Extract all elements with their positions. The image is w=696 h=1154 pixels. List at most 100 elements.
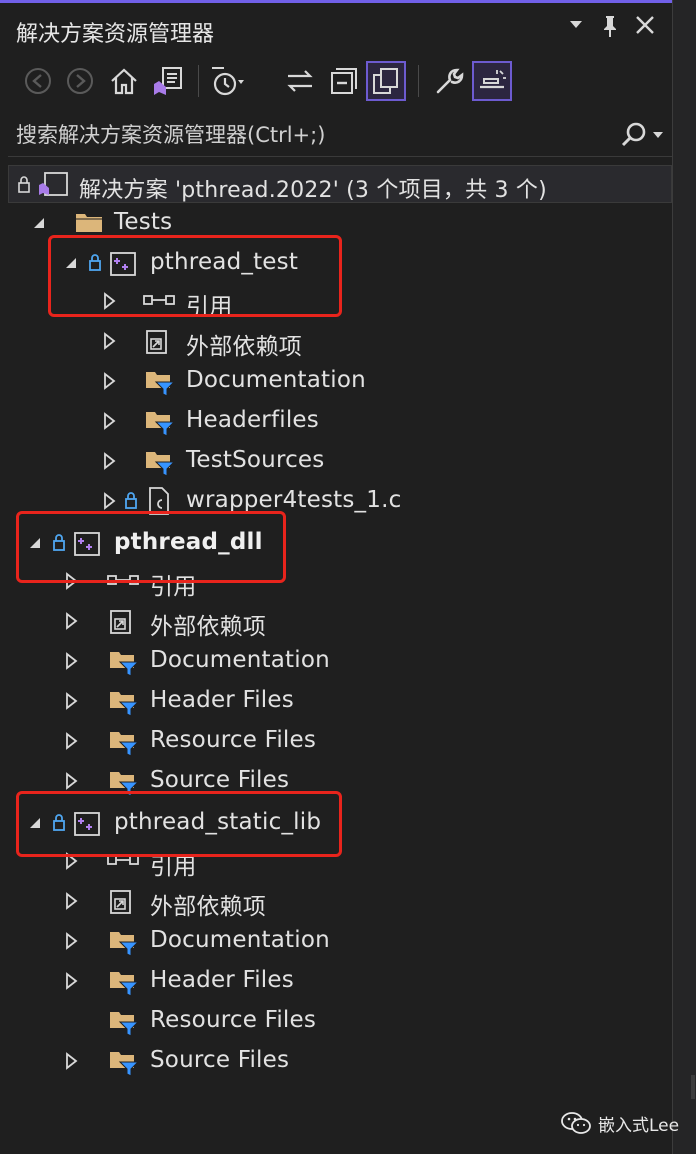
filter-folder-icon: [110, 652, 140, 677]
expanded-caret-icon: [30, 538, 40, 548]
home-button[interactable]: [104, 61, 144, 101]
tree-item-references[interactable]: 引用: [0, 561, 672, 601]
clock-filter-icon: [212, 67, 244, 96]
lock-icon: [53, 814, 65, 831]
solution-node[interactable]: 解决方案 'pthread.2022' (3 个项目，共 3 个): [8, 165, 672, 203]
project-label: pthread_static_lib: [114, 809, 322, 835]
pending-changes-filter-button[interactable]: [206, 61, 246, 101]
tree-item-label: Resource Files: [150, 727, 317, 753]
filter-folder-icon: [146, 412, 176, 437]
cpp-project-icon: [74, 532, 100, 556]
project-node-pthread-dll[interactable]: pthread_dll: [0, 523, 672, 563]
tree-item-external-deps[interactable]: 外部依赖项: [0, 881, 672, 921]
search-options-button[interactable]: [620, 121, 664, 149]
tree-item-label: Tests: [114, 209, 173, 235]
cpp-project-icon: [110, 252, 136, 276]
expanded-caret-icon: [34, 218, 44, 228]
tree-item-external-deps[interactable]: 外部依赖项: [0, 601, 672, 641]
tree-item-tests-folder[interactable]: Tests: [0, 203, 672, 243]
external-dependencies-icon: [146, 330, 167, 354]
sync-arrows-icon: [287, 70, 313, 92]
lock-icon: [53, 534, 65, 551]
project-label: pthread_dll: [114, 529, 263, 555]
tree-item-filter-folder[interactable]: Resource Files: [0, 1001, 672, 1041]
back-button[interactable]: [18, 61, 58, 101]
filter-folder-icon: [146, 452, 176, 477]
tree-item-filter-folder[interactable]: Documentation: [0, 921, 672, 961]
forward-arrow-icon: [67, 68, 93, 94]
tree-item-references[interactable]: 引用: [0, 841, 672, 881]
tree-item-label: Header Files: [150, 687, 294, 713]
collapsed-caret-icon: [104, 452, 116, 470]
tree-item-filter-folder[interactable]: Source Files: [0, 1041, 672, 1081]
title-bar: 解决方案资源管理器: [0, 6, 672, 56]
expanded-caret-icon: [66, 258, 76, 268]
project-node-pthread-test[interactable]: pthread_test: [0, 243, 672, 283]
switch-views-button[interactable]: [148, 61, 188, 101]
filter-folder-icon: [110, 1012, 140, 1037]
tree-item-label: Source Files: [150, 1047, 290, 1073]
tree-item-label: Headerfiles: [186, 407, 319, 433]
filter-folder-icon: [110, 692, 140, 717]
tree-item-filter-folder[interactable]: Resource Files: [0, 721, 672, 761]
show-all-files-button[interactable]: [366, 61, 406, 101]
lock-icon: [89, 254, 101, 271]
collapse-all-icon: [331, 68, 357, 94]
tree-item-label: Resource Files: [150, 1007, 317, 1033]
tree-item-label: Source Files: [150, 767, 290, 793]
preview-selected-items-button[interactable]: [472, 61, 512, 101]
tree-item-filter-folder[interactable]: Source Files: [0, 761, 672, 801]
pin-button[interactable]: [600, 14, 620, 44]
tree-item-filter-folder[interactable]: Documentation: [0, 641, 672, 681]
tree-item-filter-folder[interactable]: Headerfiles: [0, 401, 672, 441]
search-icon: [621, 122, 646, 147]
search-input[interactable]: [8, 121, 598, 148]
tree-item-label: Documentation: [150, 927, 330, 953]
external-dependencies-icon: [110, 890, 131, 914]
tree-item-label: 外部依赖项: [186, 334, 302, 360]
toolbar: [0, 57, 672, 109]
tree-item-label: 引用: [150, 574, 197, 600]
tree-item-label: Documentation: [186, 367, 366, 393]
tree-item-references[interactable]: 引用: [0, 281, 672, 321]
collapsed-caret-icon: [66, 612, 78, 630]
collapsed-caret-icon: [66, 772, 78, 790]
panel-title: 解决方案资源管理器: [16, 22, 215, 47]
wrench-icon: [436, 68, 464, 94]
filter-folder-icon: [110, 1052, 140, 1077]
references-icon: [143, 295, 175, 305]
project-node-pthread-static-lib[interactable]: pthread_static_lib: [0, 803, 672, 843]
tree-item-label: 引用: [150, 854, 197, 880]
collapsed-caret-icon: [104, 492, 116, 510]
lock-icon: [18, 176, 30, 193]
tree-item-c-file[interactable]: wrapper4tests_1.c: [0, 481, 672, 521]
tree-item-label: 引用: [186, 294, 233, 320]
sync-active-document-button[interactable]: [280, 61, 320, 101]
window-dropdown-button[interactable]: [566, 14, 586, 40]
collapsed-caret-icon: [66, 572, 78, 590]
collapsed-caret-icon: [66, 1052, 78, 1070]
collapse-all-button[interactable]: [324, 61, 364, 101]
solution-icon: [39, 172, 68, 196]
filter-folder-icon: [146, 372, 176, 397]
tree-item-external-deps[interactable]: 外部依赖项: [0, 321, 672, 361]
pin-icon: [604, 16, 616, 37]
tree-item-filter-folder[interactable]: Header Files: [0, 681, 672, 721]
properties-button[interactable]: [428, 61, 468, 101]
tree-item-filter-folder[interactable]: TestSources: [0, 441, 672, 481]
project-label: pthread_test: [150, 249, 299, 275]
filter-folder-icon: [110, 732, 140, 757]
show-all-files-icon: [373, 68, 398, 94]
tree-item-label: 外部依赖项: [150, 894, 266, 920]
forward-button[interactable]: [60, 61, 100, 101]
filter-folder-icon: [110, 772, 140, 797]
close-button[interactable]: [634, 14, 656, 42]
external-dependencies-icon: [110, 610, 131, 634]
tree-item-label: Documentation: [150, 647, 330, 673]
lock-icon: [125, 492, 137, 509]
tree-item-filter-folder[interactable]: Header Files: [0, 961, 672, 1001]
collapsed-caret-icon: [66, 692, 78, 710]
solution-explorer-panel: 解决方案资源管理器 搜索解决方案资源管理器(Ctrl+;) 解决方案 'pthr…: [0, 0, 672, 1154]
tree-item-filter-folder[interactable]: Documentation: [0, 361, 672, 401]
vs-solution-icon: [154, 67, 182, 95]
